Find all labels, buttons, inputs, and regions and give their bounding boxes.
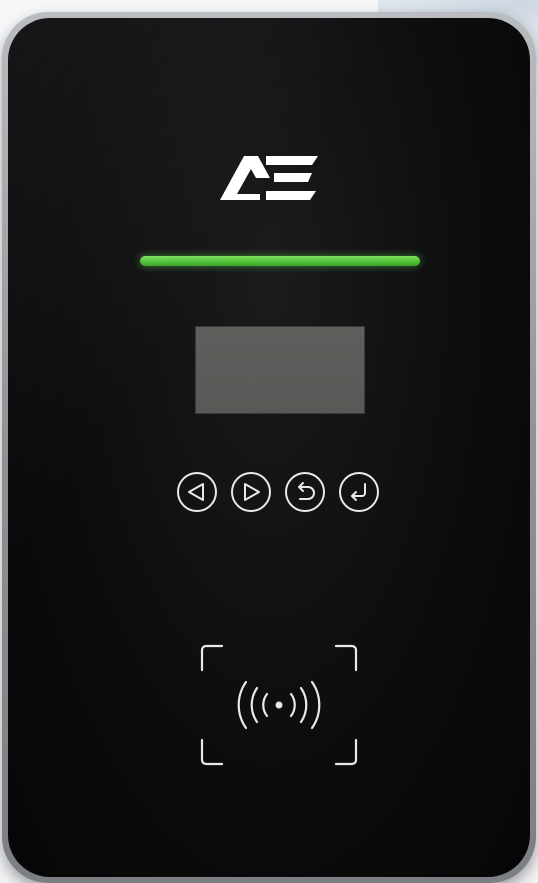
charger-device [2, 12, 536, 883]
back-icon[interactable] [284, 471, 326, 513]
right-arrow-icon[interactable] [230, 471, 272, 513]
brand-logo [220, 156, 318, 200]
left-arrow-icon[interactable] [176, 471, 218, 513]
enter-icon[interactable] [338, 471, 380, 513]
status-light-bar [140, 256, 420, 266]
device-face [8, 18, 530, 877]
keypad [176, 471, 386, 515]
lcd-display [195, 326, 365, 414]
rfid-contactless-icon[interactable] [200, 644, 358, 766]
